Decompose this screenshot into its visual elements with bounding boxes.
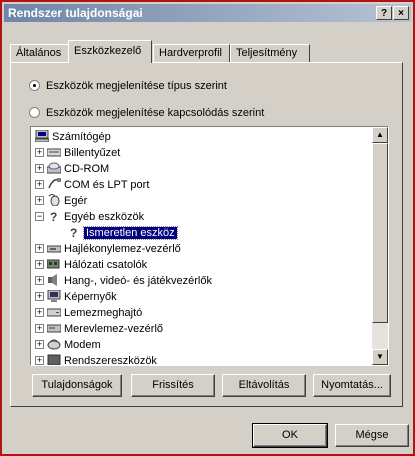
scroll-down-button[interactable]: ▼ bbox=[372, 349, 388, 365]
tree-scrollbar[interactable]: ▲ ▼ bbox=[372, 127, 388, 365]
tab-device-manager[interactable]: Eszközkezelő bbox=[68, 40, 152, 63]
tree-item-label: Merevlemez-vezérlő bbox=[64, 323, 164, 335]
expand-toggle[interactable]: + bbox=[35, 148, 44, 157]
radio-unselected-dot bbox=[29, 107, 40, 118]
scroll-thumb[interactable] bbox=[372, 143, 388, 323]
sound-icon bbox=[47, 274, 61, 286]
tree-item-other-devices[interactable]: −? Egyéb eszközök bbox=[35, 209, 144, 225]
expand-toggle[interactable]: + bbox=[35, 324, 44, 333]
close-button[interactable]: × bbox=[393, 6, 409, 20]
network-adapter-icon bbox=[46, 258, 61, 270]
tree-item-keyboard[interactable]: + Billentyűzet bbox=[35, 145, 120, 161]
ok-button[interactable]: OK bbox=[252, 423, 328, 448]
tree-item-modem[interactable]: + Modem bbox=[35, 337, 101, 353]
floppy-controller-icon bbox=[46, 242, 62, 254]
tab-general[interactable]: Általános bbox=[10, 44, 70, 62]
tree-item-label: Billentyűzet bbox=[64, 147, 121, 159]
question-icon: ? bbox=[47, 210, 61, 224]
tree-item-label: Lemezmeghajtó bbox=[64, 307, 143, 319]
question-icon: ? bbox=[67, 226, 81, 240]
system-devices-icon bbox=[47, 354, 61, 365]
view-by-connection-radio[interactable]: Eszközök megjelenítése kapcsolódás szeri… bbox=[29, 106, 264, 120]
tree-item-label: COM és LPT port bbox=[64, 179, 150, 191]
tree-item-floppy-controller[interactable]: + Hajlékonylemez-vezérlő bbox=[35, 241, 181, 257]
view-by-type-radio[interactable]: Eszközök megjelenítése típus szerint bbox=[29, 79, 227, 93]
tree-item-unknown-device[interactable]: ? Ismeretlen eszköz bbox=[67, 225, 178, 241]
expand-toggle[interactable]: + bbox=[35, 260, 44, 269]
hdd-controller-icon bbox=[46, 322, 62, 334]
mouse-icon bbox=[47, 194, 61, 207]
expand-toggle[interactable]: + bbox=[35, 340, 44, 349]
radio-selected-dot bbox=[29, 80, 40, 91]
expand-toggle[interactable]: + bbox=[35, 180, 44, 189]
tab-hardware-profiles[interactable]: Hardverprofil bbox=[153, 44, 230, 62]
tree-item-system-devices[interactable]: + Rendszereszközök bbox=[35, 353, 157, 365]
refresh-button[interactable]: Frissítés bbox=[131, 374, 215, 397]
expand-toggle[interactable]: + bbox=[35, 308, 44, 317]
expand-toggle[interactable]: + bbox=[35, 244, 44, 253]
cancel-button[interactable]: Mégse bbox=[335, 424, 409, 447]
print-button[interactable]: Nyomtatás... bbox=[313, 374, 391, 397]
scroll-up-button[interactable]: ▲ bbox=[372, 127, 388, 143]
view-by-connection-label: Eszközök megjelenítése kapcsolódás szeri… bbox=[46, 107, 265, 119]
title-bar[interactable]: Rendszer tulajdonságai ? × bbox=[4, 4, 411, 22]
remove-button[interactable]: Eltávolítás bbox=[222, 374, 306, 397]
tree-item-cdrom[interactable]: + CD-ROM bbox=[35, 161, 109, 177]
tree-item-hdd-controllers[interactable]: + Merevlemez-vezérlő bbox=[35, 321, 163, 337]
tree-item-ports[interactable]: + COM és LPT port bbox=[35, 177, 149, 193]
tree-item-label: Hang-, videó- és játékvezérlők bbox=[64, 275, 212, 287]
tree-item-network-adapters[interactable]: + Hálózati csatolók bbox=[35, 257, 147, 273]
tree-item-label: Egyéb eszközök bbox=[64, 211, 145, 223]
tree-item-label: Rendszereszközök bbox=[64, 355, 157, 365]
tree-item-label: Egér bbox=[64, 195, 88, 207]
properties-button[interactable]: Tulajdonságok bbox=[32, 374, 122, 397]
modem-icon bbox=[47, 338, 61, 350]
computer-icon bbox=[34, 129, 50, 143]
window-title: Rendszer tulajdonságai bbox=[8, 6, 143, 20]
expand-toggle[interactable]: + bbox=[35, 164, 44, 173]
svg-text:?: ? bbox=[50, 210, 57, 222]
tree-root[interactable]: Számítógép bbox=[34, 129, 111, 145]
collapse-toggle[interactable]: − bbox=[35, 212, 44, 221]
expand-toggle[interactable]: + bbox=[35, 196, 44, 205]
tab-performance[interactable]: Teljesítmény bbox=[230, 44, 310, 62]
tree-item-disk-drives[interactable]: + Lemezmeghajtó bbox=[35, 305, 142, 321]
monitor-icon bbox=[47, 289, 61, 302]
expand-toggle[interactable]: + bbox=[35, 356, 44, 365]
device-tree-list: Számítógép + Billentyűzet + CD-ROM + COM és… bbox=[31, 127, 372, 365]
tree-root-label: Számítógép bbox=[52, 131, 111, 143]
system-properties-window: Rendszer tulajdonságai ? × Általános Esz… bbox=[0, 0, 415, 456]
tree-item-label: Képernyők bbox=[64, 291, 117, 303]
help-button[interactable]: ? bbox=[376, 6, 392, 20]
tree-item-label: Hálózati csatolók bbox=[64, 259, 148, 271]
expand-toggle[interactable]: + bbox=[35, 276, 44, 285]
tree-item-label: Modem bbox=[64, 339, 101, 351]
expand-toggle[interactable]: + bbox=[35, 292, 44, 301]
tree-item-label: Hajlékonylemez-vezérlő bbox=[64, 243, 181, 255]
device-tree[interactable]: Számítógép + Billentyűzet + CD-ROM + COM és… bbox=[30, 126, 389, 366]
keyboard-icon bbox=[46, 146, 62, 158]
tree-item-label: CD-ROM bbox=[64, 163, 110, 175]
tree-item-sound-video-game[interactable]: + Hang-, videó- és játékvezérlők bbox=[35, 273, 212, 289]
tree-item-mouse[interactable]: + Egér bbox=[35, 193, 87, 209]
port-icon bbox=[47, 178, 61, 190]
tree-item-label: Ismeretlen eszköz bbox=[83, 226, 178, 240]
svg-text:?: ? bbox=[70, 226, 77, 238]
cdrom-icon bbox=[46, 162, 62, 174]
disk-drive-icon bbox=[46, 306, 62, 318]
view-by-type-label: Eszközök megjelenítése típus szerint bbox=[46, 80, 227, 92]
tree-item-monitors[interactable]: + Képernyők bbox=[35, 289, 117, 305]
